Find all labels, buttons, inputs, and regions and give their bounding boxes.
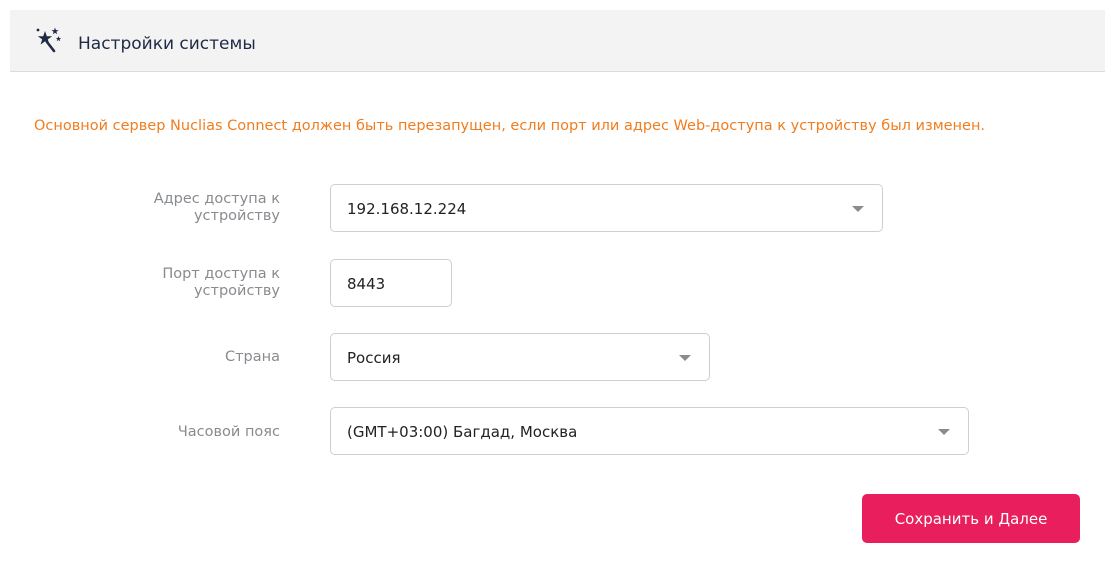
timezone-value: (GMT+03:00) Багдад, Москва	[347, 423, 578, 441]
country-value: Россия	[347, 349, 401, 367]
country-select[interactable]: Россия	[330, 333, 710, 381]
sparkle-stars-icon	[36, 27, 62, 53]
access-port-label: Порт доступа к устройству	[110, 266, 280, 300]
access-address-label-line1: Адрес доступа к	[153, 191, 280, 207]
chevron-down-icon	[679, 355, 691, 361]
page-title: Настройки системы	[78, 34, 256, 54]
save-and-next-button[interactable]: Сохранить и Далее	[862, 494, 1080, 543]
access-port-label-line1: Порт доступа к	[162, 266, 280, 282]
settings-header: Настройки системы	[10, 10, 1105, 72]
access-address-value: 192.168.12.224	[347, 200, 467, 218]
access-address-label: Адрес доступа к устройству	[110, 191, 280, 225]
timezone-label: Часовой пояс	[177, 424, 280, 440]
chevron-down-icon	[852, 206, 864, 212]
access-port-value: 8443	[347, 275, 386, 293]
chevron-down-icon	[938, 429, 950, 435]
access-address-select[interactable]: 192.168.12.224	[330, 184, 883, 232]
access-port-label-line2: устройству	[193, 283, 280, 299]
timezone-select[interactable]: (GMT+03:00) Багдад, Москва	[330, 407, 969, 455]
access-port-input[interactable]: 8443	[330, 259, 452, 307]
system-settings-page: Настройки системы Основной сервер Nuclia…	[0, 0, 1105, 574]
country-label: Страна	[224, 349, 280, 365]
access-address-label-line2: устройству	[193, 208, 280, 224]
restart-warning-notice: Основной сервер Nuclias Connect должен б…	[34, 118, 986, 134]
